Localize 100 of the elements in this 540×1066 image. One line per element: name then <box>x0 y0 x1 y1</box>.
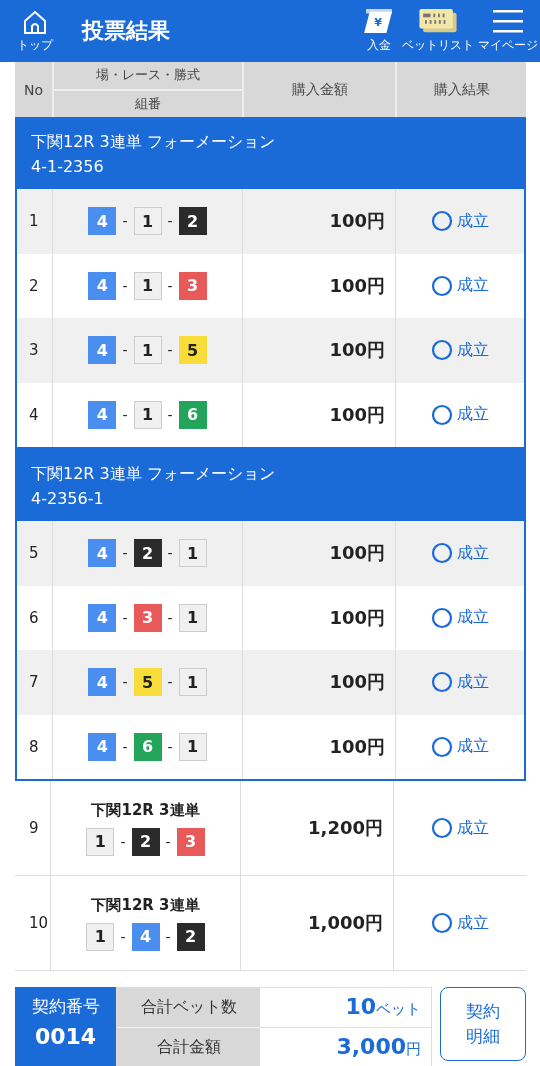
dash-separator: - <box>167 213 173 230</box>
row-number: 7 <box>28 672 40 694</box>
row-number: 2 <box>28 275 40 297</box>
circle-icon <box>431 542 453 565</box>
group-title: 下関12R 3連単 フォーメーション <box>31 464 276 485</box>
result-status: 成立 <box>457 671 489 693</box>
dash-separator: - <box>122 342 128 359</box>
boat-number: 3 <box>176 827 205 856</box>
boat-number: 1 <box>86 922 115 951</box>
group-code: 4-1-2356 <box>31 157 105 176</box>
amount-cell: 1,000円 <box>240 876 393 970</box>
total-value: 10ベット <box>260 988 431 1028</box>
boat-number: 3 <box>178 271 207 300</box>
column-header: 購入結果 <box>395 62 526 117</box>
boat-number: 3 <box>133 603 162 632</box>
group-code: 4-2356-1 <box>31 489 105 508</box>
result-status: 成立 <box>457 817 489 839</box>
boat-number: 1 <box>178 603 207 632</box>
dash-separator: - <box>120 928 126 945</box>
amount-cell: 100円 <box>242 189 395 254</box>
boat-number: 6 <box>133 732 162 761</box>
total-label: 合計ベット数 <box>117 988 260 1028</box>
boat-number: 1 <box>86 827 115 856</box>
dash-separator: - <box>167 277 173 294</box>
row-number: 4 <box>28 404 40 426</box>
boat-number: 4 <box>88 668 117 697</box>
boat-number: 2 <box>176 922 205 951</box>
header-action[interactable]: ベットリスト <box>400 8 476 54</box>
dash-separator: - <box>122 738 128 755</box>
home-button[interactable]: トップ <box>0 8 70 54</box>
home-icon <box>22 8 48 35</box>
boat-number: 4 <box>131 922 160 951</box>
circle-icon <box>431 606 453 629</box>
circle-icon <box>431 735 453 758</box>
row-number: 1 <box>28 211 40 233</box>
boat-number: 1 <box>133 271 162 300</box>
boat-number: 2 <box>131 827 160 856</box>
result-status: 成立 <box>457 607 489 629</box>
column-header: 購入金額 <box>242 62 395 117</box>
circle-icon <box>431 274 453 297</box>
boat-number: 4 <box>88 539 117 568</box>
boat-number: 4 <box>88 271 117 300</box>
group-title: 下関12R 3連単 フォーメーション <box>31 132 276 153</box>
dash-separator: - <box>167 674 173 691</box>
dash-separator: - <box>120 833 126 850</box>
contract-label: 契約番号 <box>31 995 100 1018</box>
amount-cell: 100円 <box>242 382 395 447</box>
total-label: 合計金額 <box>117 1028 260 1066</box>
dash-separator: - <box>122 674 128 691</box>
boat-number: 1 <box>133 336 162 365</box>
circle-icon <box>431 817 453 839</box>
boat-number: 4 <box>88 603 117 632</box>
column-header: 場・レース・勝式 <box>54 62 242 91</box>
row-number: 8 <box>28 736 40 758</box>
menu-icon <box>492 8 524 34</box>
contract-detail-button[interactable]: 契約明細 <box>440 987 526 1061</box>
circle-icon <box>431 210 453 233</box>
boat-number: 4 <box>88 732 117 761</box>
amount-cell: 100円 <box>242 318 395 383</box>
boat-number: 6 <box>178 400 207 429</box>
dash-separator: - <box>167 738 173 755</box>
boat-number: 4 <box>88 400 117 429</box>
boat-number: 2 <box>133 539 162 568</box>
amount-cell: 100円 <box>242 650 395 715</box>
boat-number: 1 <box>178 668 207 697</box>
dash-separator: - <box>165 928 171 945</box>
boat-number: 4 <box>88 207 117 236</box>
amount-cell: 1,200円 <box>240 781 393 875</box>
result-status: 成立 <box>457 912 489 934</box>
boat-number: 5 <box>133 668 162 697</box>
total-value: 3,000円 <box>260 1028 431 1066</box>
result-status: 成立 <box>457 404 489 426</box>
result-status: 成立 <box>457 339 489 361</box>
result-status: 成立 <box>457 736 489 758</box>
result-status: 成立 <box>457 542 489 564</box>
row-number: 9 <box>28 818 40 839</box>
race-label: 下関12R 3連単 <box>91 895 200 915</box>
row-number: 5 <box>28 543 40 565</box>
dash-separator: - <box>122 213 128 230</box>
column-header: 組番 <box>134 94 162 113</box>
boat-number: 1 <box>178 539 207 568</box>
row-number: 10 <box>28 913 50 934</box>
dash-separator: - <box>167 545 173 562</box>
dash-separator: - <box>122 609 128 626</box>
race-label: 下関12R 3連単 <box>91 800 200 820</box>
circle-icon <box>431 339 453 362</box>
dash-separator: - <box>165 833 171 850</box>
circle-icon <box>431 671 453 694</box>
header-action[interactable]: マイページ <box>476 8 540 54</box>
result-status: 成立 <box>457 210 489 232</box>
dash-separator: - <box>122 406 128 423</box>
row-number: 3 <box>28 340 40 362</box>
column-header: No <box>22 80 44 100</box>
header-action[interactable]: ¥ 入金 <box>358 8 400 54</box>
circle-icon <box>431 912 453 934</box>
dash-separator: - <box>167 609 173 626</box>
boat-number: 5 <box>178 336 207 365</box>
boat-number: 2 <box>178 207 207 236</box>
contract-number: 0014 <box>34 1024 97 1049</box>
boat-number: 1 <box>178 732 207 761</box>
